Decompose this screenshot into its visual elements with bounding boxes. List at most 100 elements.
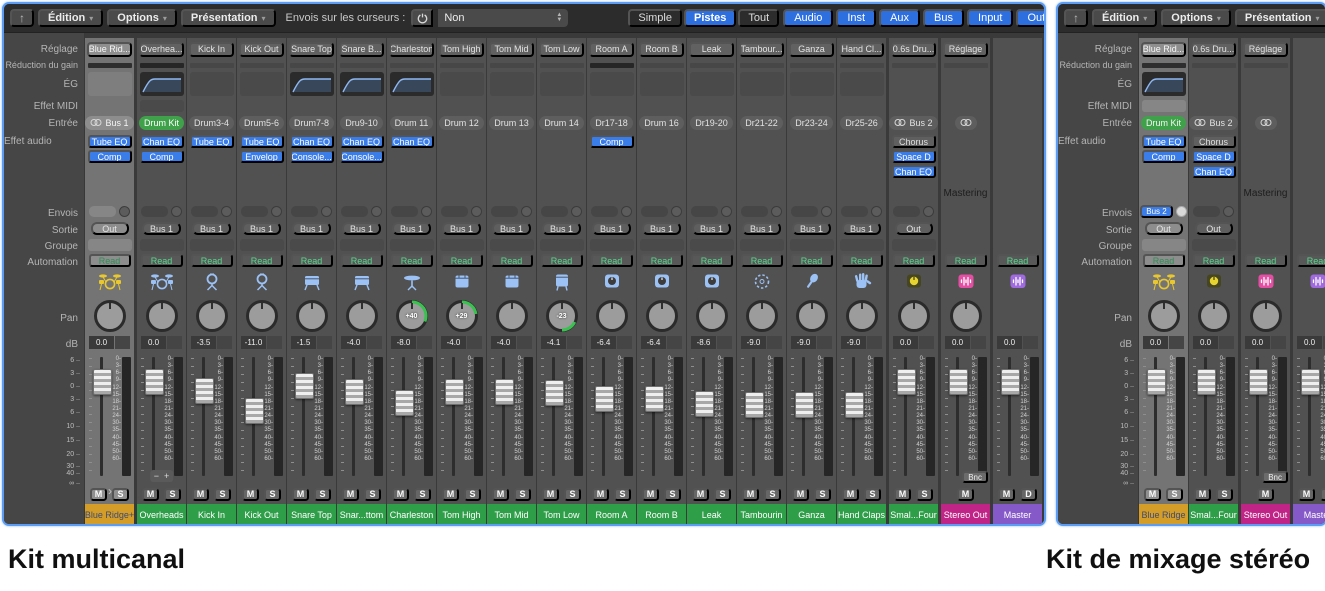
pan-knob[interactable] xyxy=(950,300,982,332)
master-icon[interactable] xyxy=(1007,272,1029,296)
volume-value[interactable]: -9.0 xyxy=(841,336,866,349)
output-slot[interactable]: Bus 1 xyxy=(342,222,381,235)
output-slot[interactable]: Bus 1 xyxy=(542,222,581,235)
plugin-slot[interactable]: Space D xyxy=(1192,150,1236,163)
automation-mode-button[interactable]: Read xyxy=(945,254,987,267)
pan-knob[interactable]: +40 xyxy=(396,300,428,332)
filter-inst[interactable]: Inst xyxy=(836,9,876,27)
send-level-knob[interactable] xyxy=(371,206,382,217)
send-slot[interactable] xyxy=(291,206,318,217)
pan-knob[interactable] xyxy=(1148,300,1180,332)
send-level-knob[interactable] xyxy=(821,206,832,217)
track-name[interactable]: Smal...Four xyxy=(889,504,938,524)
output-slot[interactable]: Bus 1 xyxy=(492,222,531,235)
group-slot[interactable] xyxy=(140,239,184,251)
group-slot[interactable] xyxy=(490,239,534,251)
track-name[interactable]: Overheads xyxy=(137,504,186,524)
plus-button[interactable]: + xyxy=(164,471,169,481)
input-slot[interactable]: Drum 12 xyxy=(439,116,484,130)
drum-kit-yellow-icon[interactable] xyxy=(1152,272,1176,296)
output-slot[interactable]: Bus 1 xyxy=(692,222,731,235)
bounce-button[interactable]: Bnc xyxy=(962,471,988,483)
view-mode-pistes[interactable]: Pistes xyxy=(684,9,736,27)
mute-button[interactable]: M xyxy=(692,488,709,501)
output-slot[interactable]: Bus 1 xyxy=(192,222,231,235)
send-level-knob[interactable] xyxy=(1176,206,1187,217)
mute-button[interactable]: M xyxy=(1257,488,1274,501)
track-name[interactable]: Kick In xyxy=(187,504,236,524)
automation-mode-button[interactable]: Read xyxy=(741,254,783,267)
plugin-slot[interactable]: Chorus xyxy=(1192,135,1236,148)
eq-display[interactable] xyxy=(190,72,234,96)
pan-knob[interactable]: +29 xyxy=(446,300,478,332)
solo-button[interactable]: S xyxy=(714,488,731,501)
volume-value[interactable]: 0.0 xyxy=(89,336,114,349)
snare-icon[interactable] xyxy=(301,272,323,296)
track-name[interactable]: Kick Out xyxy=(237,504,286,524)
channel-setting-button[interactable]: Room B xyxy=(639,42,684,57)
input-slot[interactable]: Drum3-4 xyxy=(189,116,234,130)
mute-button[interactable]: M xyxy=(957,488,974,501)
send-slot[interactable] xyxy=(741,206,768,217)
mute-button[interactable]: M xyxy=(192,488,209,501)
fader-nudge-buttons[interactable]: −+ xyxy=(150,470,174,482)
input-slot[interactable]: Drum 14 xyxy=(539,116,584,130)
channel-setting-button[interactable]: Kick Out xyxy=(239,42,284,57)
track-name[interactable]: Smal...Four xyxy=(1189,504,1238,524)
minus-button[interactable]: − xyxy=(154,471,159,481)
pan-knob[interactable] xyxy=(346,300,378,332)
plugin-slot[interactable]: Chorus xyxy=(892,135,936,148)
automation-mode-button[interactable]: Read xyxy=(691,254,733,267)
hand-claps-icon[interactable] xyxy=(851,272,873,296)
output-slot[interactable]: Bus 1 xyxy=(392,222,431,235)
group-slot[interactable] xyxy=(1142,239,1186,251)
group-slot[interactable] xyxy=(590,239,634,251)
group-slot[interactable] xyxy=(892,239,936,251)
output-slot[interactable]: Bus 1 xyxy=(592,222,631,235)
track-name[interactable]: Tom High xyxy=(437,504,486,524)
output-slot[interactable]: Out xyxy=(1195,222,1233,235)
solo-button[interactable]: S xyxy=(264,488,281,501)
solo-button[interactable]: S xyxy=(414,488,431,501)
pan-knob[interactable] xyxy=(696,300,728,332)
plugin-slot[interactable]: Chan EQ xyxy=(892,165,936,178)
group-slot[interactable] xyxy=(1192,239,1236,251)
volume-value[interactable]: 0.0 xyxy=(141,336,166,349)
aux-knob-icon[interactable] xyxy=(1203,272,1225,296)
pan-knob[interactable] xyxy=(246,300,278,332)
filter-output[interactable]: Output xyxy=(1016,9,1044,27)
input-slot[interactable] xyxy=(1255,116,1277,130)
send-level-knob[interactable] xyxy=(521,206,532,217)
output-slot[interactable]: Bus 1 xyxy=(442,222,481,235)
automation-mode-button[interactable]: Read xyxy=(893,254,935,267)
monitor-knob-icon[interactable] xyxy=(651,272,673,296)
automation-mode-button[interactable]: Read xyxy=(391,254,433,267)
plugin-slot[interactable]: Console... xyxy=(340,150,384,163)
track-name[interactable]: Master xyxy=(993,504,1042,524)
dim-button[interactable]: D xyxy=(1020,488,1037,501)
channel-setting-button[interactable]: Leak xyxy=(689,42,734,57)
track-name[interactable]: Snare Top xyxy=(287,504,336,524)
pan-knob[interactable] xyxy=(746,300,778,332)
track-name[interactable]: Tom Low xyxy=(537,504,586,524)
track-name[interactable]: Charleston xyxy=(387,504,436,524)
input-slot[interactable]: Drum7-8 xyxy=(289,116,334,130)
input-slot[interactable]: Dr23-24 xyxy=(790,116,833,130)
monitor-knob-icon[interactable] xyxy=(701,272,723,296)
send-level-knob[interactable] xyxy=(471,206,482,217)
mute-button[interactable]: M xyxy=(242,488,259,501)
mute-button[interactable]: M xyxy=(642,488,659,501)
solo-button[interactable]: S xyxy=(164,488,181,501)
send-slot[interactable] xyxy=(541,206,568,217)
view-mode-tout[interactable]: Tout xyxy=(738,9,779,27)
output-slot[interactable]: Bus 1 xyxy=(242,222,281,235)
tom-icon[interactable] xyxy=(451,272,473,296)
group-slot[interactable] xyxy=(640,239,684,251)
tambourine-icon[interactable] xyxy=(751,272,773,296)
send-slot[interactable] xyxy=(341,206,368,217)
channel-setting-button[interactable]: Snare B... xyxy=(339,42,384,57)
input-slot[interactable]: Bus 2 xyxy=(1189,116,1237,130)
menu-edition[interactable]: Édition▾ xyxy=(1092,9,1157,27)
eq-display[interactable] xyxy=(240,72,284,96)
channel-setting-button[interactable]: Hand Cl... xyxy=(839,42,884,57)
